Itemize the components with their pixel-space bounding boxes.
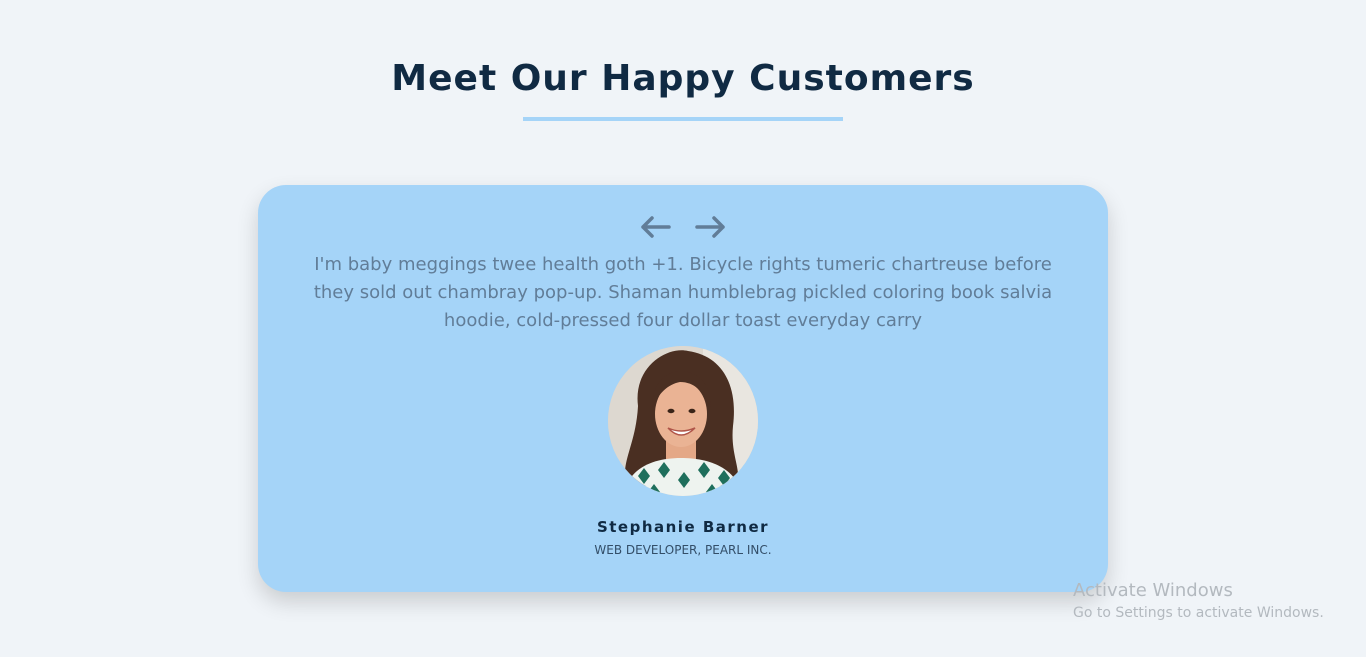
customer-photo	[608, 346, 758, 496]
watermark-title: Activate Windows	[1073, 580, 1233, 601]
testimonial-quote: I'm baby meggings twee health goth +1. B…	[313, 254, 1053, 331]
windows-activation-watermark: Activate Windows Go to Settings to activ…	[1073, 580, 1324, 623]
next-button[interactable]	[695, 213, 727, 241]
arrow-right-icon	[695, 216, 725, 238]
testimonial-page: Meet Our Happy Customers I'm baby meggin…	[0, 0, 1366, 657]
arrow-left-icon	[641, 216, 671, 238]
slider-controls	[0, 213, 1366, 241]
avatar	[608, 346, 758, 496]
prev-button[interactable]	[639, 213, 671, 241]
section-title: Meet Our Happy Customers	[391, 58, 975, 99]
watermark-subtitle: Go to Settings to activate Windows.	[1073, 605, 1324, 621]
title-underline	[523, 117, 843, 121]
customer-name: Stephanie Barner	[596, 518, 770, 536]
customer-role: web developer, pearl inc.	[594, 543, 772, 557]
